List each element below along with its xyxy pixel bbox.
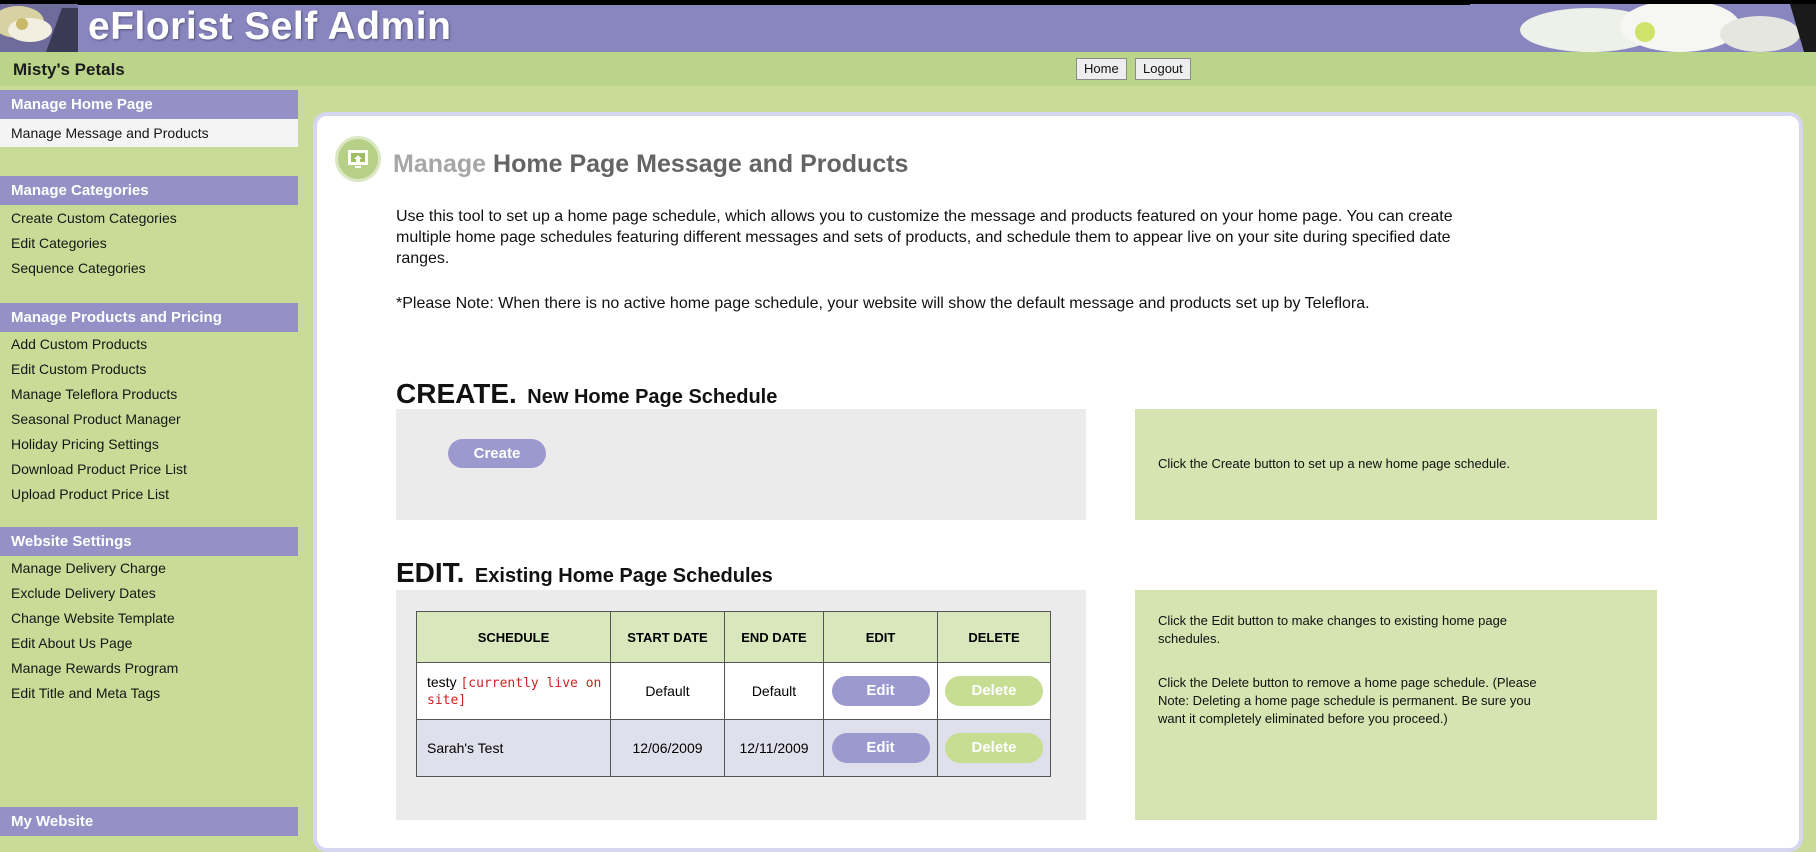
edit-button[interactable]: Edit <box>831 676 930 706</box>
schedule-table: SCHEDULE START DATE END DATE EDIT DELETE… <box>416 611 1051 777</box>
end-date: Default <box>724 662 824 720</box>
sidebar-item-exclude-delivery-dates[interactable]: Exclude Delivery Dates <box>11 583 156 603</box>
sidebar-item-manage-delivery-charge[interactable]: Manage Delivery Charge <box>11 558 166 578</box>
schedule-name-cell: Sarah's Test <box>416 719 611 777</box>
logout-button[interactable]: Logout <box>1135 58 1191 80</box>
delete-cell: Delete <box>937 662 1051 720</box>
sidebar: Manage Home Page Manage Message and Prod… <box>0 90 298 836</box>
create-info-box: Click the Create button to set up a new … <box>1135 409 1657 520</box>
edit-info-text: Click the Edit button to make changes to… <box>1158 613 1508 646</box>
sidebar-item-manage-rewards-program[interactable]: Manage Rewards Program <box>11 658 178 678</box>
sidebar-item-add-custom-products[interactable]: Add Custom Products <box>11 334 147 354</box>
schedule-name: testy <box>427 674 457 690</box>
sidebar-heading-manage-products-and-pricing: Manage Products and Pricing <box>0 303 298 332</box>
schedule-name-cell: testy [currently live on site] <box>416 662 611 720</box>
delete-info-text: Click the Delete button to remove a home… <box>1158 675 1537 726</box>
home-button[interactable]: Home <box>1076 58 1127 80</box>
sidebar-heading-website-settings: Website Settings <box>0 527 298 556</box>
sidebar-item-sequence-categories[interactable]: Sequence Categories <box>11 258 146 278</box>
flower-decoration-left <box>0 4 78 52</box>
app-title: eFlorist Self Admin <box>88 5 452 48</box>
column-header-delete: DELETE <box>937 611 1051 663</box>
edit-cell: Edit <box>823 662 938 720</box>
create-heading: CREATE. New Home Page Schedule <box>396 378 777 410</box>
sidebar-item-edit-title-and-meta-tags[interactable]: Edit Title and Meta Tags <box>11 683 160 703</box>
note-text: *Please Note: When there is no active ho… <box>396 295 1370 312</box>
table-row: testy [currently live on site] Default D… <box>416 662 1051 720</box>
edit-heading: EDIT. Existing Home Page Schedules <box>396 557 773 589</box>
create-info-text: Click the Create button to set up a new … <box>1158 456 1510 471</box>
page-title-main: Home Page Message and Products <box>493 150 909 178</box>
column-header-schedule: SCHEDULE <box>416 611 611 663</box>
delete-button[interactable]: Delete <box>945 733 1043 763</box>
delete-button[interactable]: Delete <box>945 676 1043 706</box>
flower-decoration-right <box>1470 4 1816 52</box>
intro-text: Use this tool to set up a home page sche… <box>396 208 1453 267</box>
sidebar-item-holiday-pricing-settings[interactable]: Holiday Pricing Settings <box>11 434 159 454</box>
create-button[interactable]: Create <box>448 439 546 468</box>
sidebar-item-change-website-template[interactable]: Change Website Template <box>11 608 175 628</box>
sidebar-item-download-product-price-list[interactable]: Download Product Price List <box>11 459 187 479</box>
create-heading-big: CREATE. <box>396 378 517 409</box>
sidebar-heading-manage-home-page: Manage Home Page <box>0 90 298 119</box>
app-header: eFlorist Self Admin <box>0 0 1816 52</box>
page-title: Manage Home Page Message and Products <box>393 150 908 179</box>
column-header-start-date: START DATE <box>610 611 725 663</box>
sidebar-item-upload-product-price-list[interactable]: Upload Product Price List <box>11 484 169 504</box>
page-title-prefix: Manage <box>393 150 487 178</box>
sidebar-heading-my-website: My Website <box>0 807 298 836</box>
edit-cell: Edit <box>823 719 938 777</box>
edit-heading-small: Existing Home Page Schedules <box>474 565 773 587</box>
table-row: Sarah's Test 12/06/2009 12/11/2009 Edit … <box>416 719 1051 777</box>
home-page-icon <box>335 136 381 182</box>
create-heading-small: New Home Page Schedule <box>527 386 778 408</box>
sidebar-item-edit-custom-products[interactable]: Edit Custom Products <box>11 359 146 379</box>
sidebar-heading-manage-categories: Manage Categories <box>0 176 298 205</box>
start-date: Default <box>610 662 725 720</box>
sidebar-item-create-custom-categories[interactable]: Create Custom Categories <box>11 208 177 228</box>
edit-button[interactable]: Edit <box>831 733 930 763</box>
store-bar: Misty's Petals Home Logout <box>0 52 1816 86</box>
sidebar-item-manage-message-and-products[interactable]: Manage Message and Products <box>0 119 298 147</box>
delete-cell: Delete <box>937 719 1051 777</box>
table-header-row: SCHEDULE START DATE END DATE EDIT DELETE <box>416 611 1051 663</box>
schedule-name: Sarah's Test <box>427 740 504 756</box>
column-header-end-date: END DATE <box>724 611 824 663</box>
edit-info-box: Click the Edit button to make changes to… <box>1135 590 1657 820</box>
column-header-edit: EDIT <box>823 611 938 663</box>
create-box: Create <box>396 409 1086 520</box>
store-name: Misty's Petals <box>13 60 125 79</box>
sidebar-item-manage-teleflora-products[interactable]: Manage Teleflora Products <box>11 384 177 404</box>
edit-heading-big: EDIT. <box>396 557 465 588</box>
sidebar-item-seasonal-product-manager[interactable]: Seasonal Product Manager <box>11 409 181 429</box>
end-date: 12/11/2009 <box>724 719 824 777</box>
sidebar-item-edit-about-us-page[interactable]: Edit About Us Page <box>11 633 132 653</box>
start-date: 12/06/2009 <box>610 719 725 777</box>
sidebar-item-edit-categories[interactable]: Edit Categories <box>11 233 107 253</box>
monitor-icon <box>348 150 368 168</box>
